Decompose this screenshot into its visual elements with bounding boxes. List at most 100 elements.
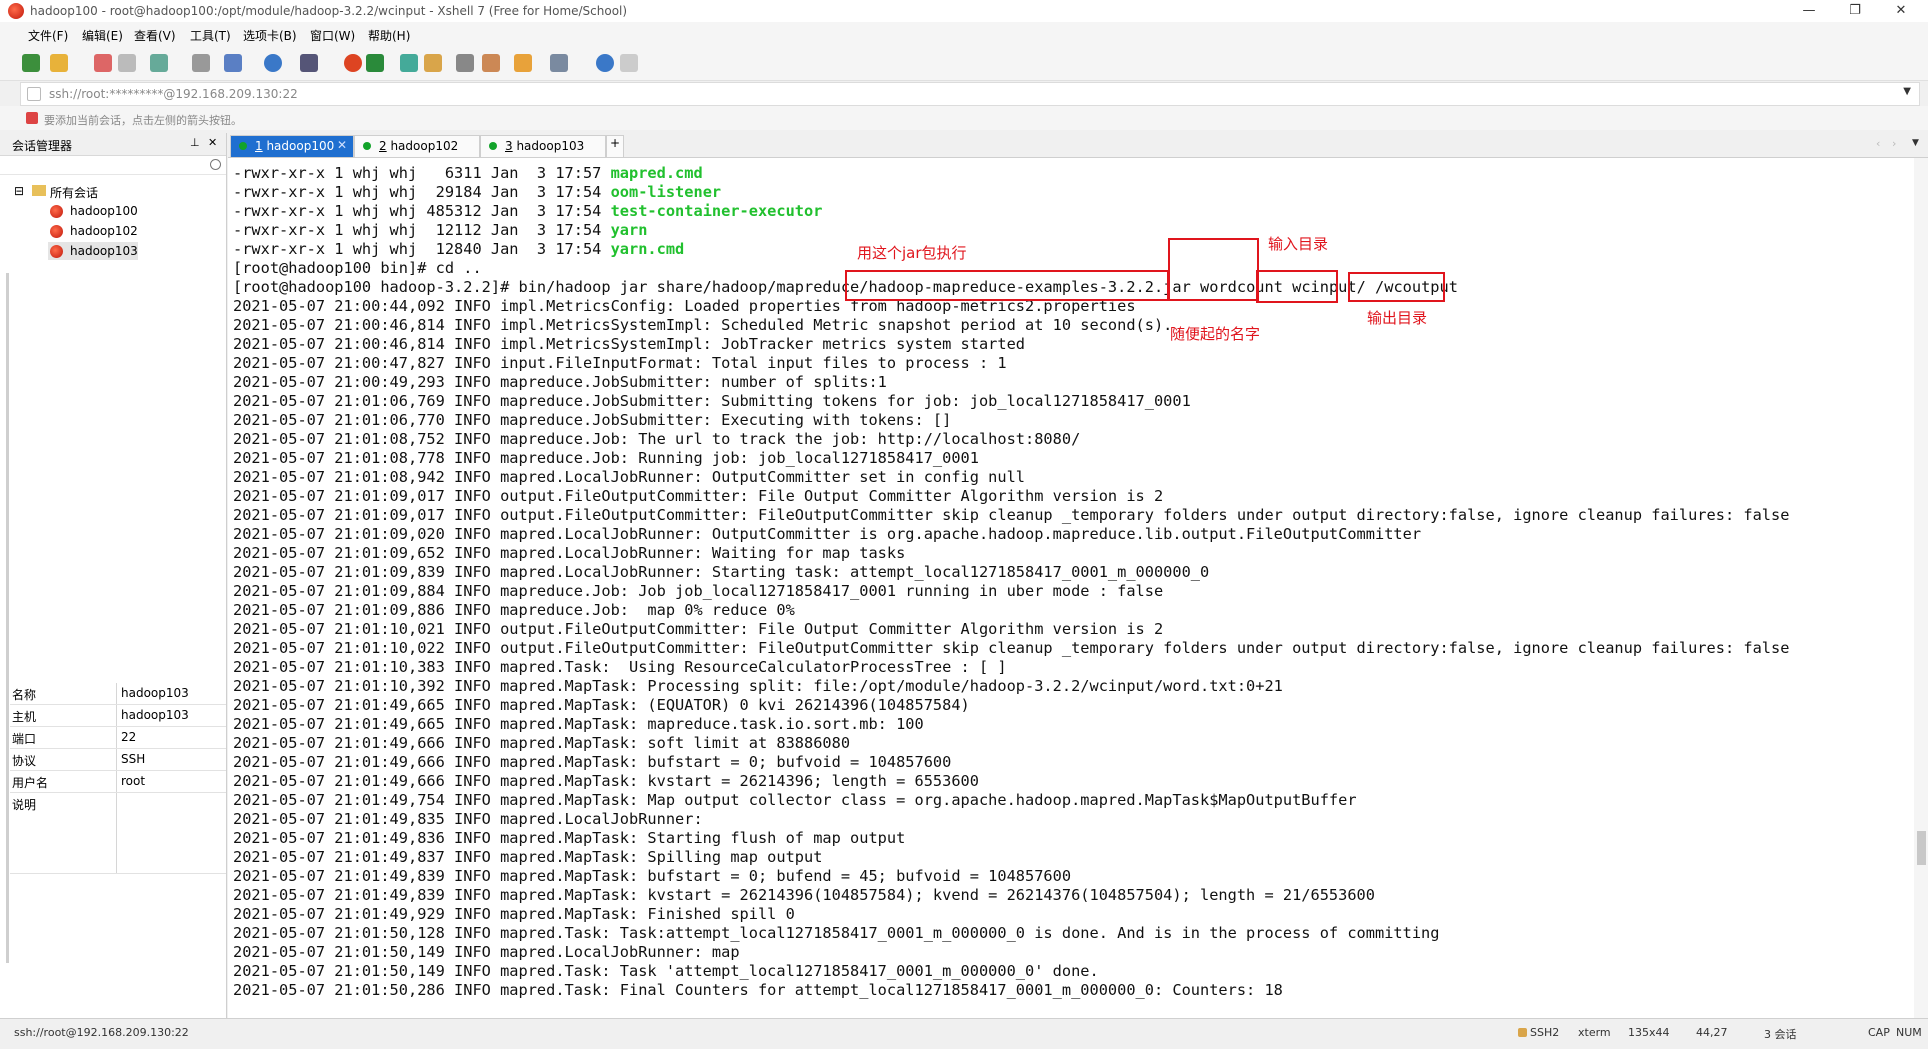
log-line: 2021-05-07 21:00:49,293 INFO mapreduce.J… [233, 373, 887, 391]
menu-tools[interactable]: 工具(T) [190, 27, 231, 44]
menu-help[interactable]: 帮助(H) [368, 27, 410, 44]
scrollbar-thumb[interactable] [1917, 831, 1926, 865]
status-size: 135x44 [1628, 1026, 1670, 1039]
log-line: 2021-05-07 21:01:10,021 INFO output.File… [233, 620, 1164, 638]
lock-icon[interactable] [424, 54, 442, 72]
log-line: 2021-05-07 21:01:49,754 INFO mapred.MapT… [233, 791, 1357, 809]
session-search-input[interactable] [0, 156, 226, 175]
menu-edit[interactable]: 编辑(E) [82, 27, 123, 44]
log-line: 2021-05-07 21:01:49,839 INFO mapred.MapT… [233, 867, 1072, 885]
globe-icon[interactable] [264, 54, 282, 72]
prop-key: 说明 [12, 798, 37, 812]
add-tab-button[interactable]: + [606, 135, 624, 157]
properties-icon[interactable] [224, 54, 242, 72]
help-icon[interactable] [596, 54, 614, 72]
session-icon [50, 225, 63, 238]
log-line: 2021-05-07 21:01:49,839 INFO mapred.MapT… [233, 886, 1375, 904]
annotation-input: 输入目录 [1268, 235, 1329, 253]
menu-window[interactable]: 窗口(W) [310, 27, 355, 44]
menu-view[interactable]: 查看(V) [134, 27, 176, 44]
transfer-icon[interactable] [514, 54, 532, 72]
menu-tabs[interactable]: 选项卡(B) [243, 27, 297, 44]
log-line: 2021-05-07 21:01:49,836 INFO mapred.MapT… [233, 829, 906, 847]
bookmark-arrow-icon[interactable] [26, 112, 38, 124]
cd-command-line: [root@hadoop100 bin]# cd .. [233, 259, 482, 277]
log-line: 2021-05-07 21:01:50,149 INFO mapred.Task… [233, 962, 1099, 980]
fullscreen-icon[interactable] [400, 54, 418, 72]
tab-status-icon [239, 142, 247, 150]
log-line: 2021-05-07 21:01:09,020 INFO mapred.Loca… [233, 525, 1422, 543]
prop-value: 22 [121, 730, 137, 744]
annotation-output: 输出目录 [1367, 309, 1428, 327]
tab-label: hadoop100 [262, 139, 335, 153]
tab-menu-icon[interactable]: ▼ [1912, 138, 1919, 148]
new-session-icon[interactable] [22, 54, 40, 72]
log-line: 2021-05-07 21:01:08,942 INFO mapred.Loca… [233, 468, 1026, 486]
log-line: 2021-05-07 21:01:50,149 INFO mapred.Loca… [233, 943, 740, 961]
tree-item-hadoop102[interactable]: hadoop102 [70, 224, 138, 238]
tab-bar: 1 hadoop100 ✕ 2 hadoop102 3 hadoop103 + … [228, 133, 1928, 158]
find-icon[interactable] [192, 54, 210, 72]
pin-icon[interactable]: ⊥ [190, 136, 200, 149]
disconnect-icon[interactable] [118, 54, 136, 72]
open-folder-icon[interactable] [50, 54, 68, 72]
status-cursor: 44,27 [1696, 1026, 1728, 1039]
close-tab-icon[interactable]: ✕ [337, 138, 347, 152]
log-line: 2021-05-07 21:01:06,769 INFO mapreduce.J… [233, 392, 1191, 410]
prop-key: 用户名 [12, 776, 49, 790]
reconnect-icon[interactable] [150, 54, 168, 72]
log-line: 2021-05-07 21:01:49,665 INFO mapred.MapT… [233, 715, 924, 733]
address-bar[interactable]: ssh://root:*********@192.168.209.130:22 … [20, 82, 1920, 106]
input-highlight-box [1256, 270, 1338, 303]
ssh-lock-icon [1518, 1028, 1527, 1037]
terminal-scrollbar[interactable] [1914, 158, 1928, 1018]
connect-icon[interactable] [94, 54, 112, 72]
maximize-button[interactable]: ❐ [1832, 0, 1878, 22]
minimize-button[interactable]: — [1786, 0, 1832, 22]
log-line: 2021-05-07 21:01:09,839 INFO mapred.Loca… [233, 563, 1210, 581]
log-line: 2021-05-07 21:01:09,886 INFO mapreduce.J… [233, 601, 795, 619]
jar-highlight-box [845, 270, 1169, 301]
file-line: -rwxr-xr-x 1 whj whj 6311 Jan 3 17:57 ma… [233, 164, 703, 182]
panel-scrollbar[interactable] [6, 273, 9, 963]
prop-row-name: 名称 hadoop103 [10, 683, 226, 705]
log-line: 2021-05-07 21:01:49,665 INFO mapred.MapT… [233, 696, 970, 714]
status-protocol: SSH2 [1530, 1026, 1560, 1039]
tree-expander[interactable]: ⊟ [14, 184, 24, 198]
tree-root-all-sessions[interactable]: 所有会话 [50, 184, 98, 201]
tab-hadoop103[interactable]: 3 hadoop103 [480, 135, 606, 157]
log-line: 2021-05-07 21:01:10,392 INFO mapred.MapT… [233, 677, 1283, 695]
tree-item-hadoop103[interactable]: hadoop103 [70, 244, 138, 258]
tab-hadoop102[interactable]: 2 hadoop102 [354, 135, 480, 157]
log-line: 2021-05-07 21:01:08,752 INFO mapreduce.J… [233, 430, 1081, 448]
tab-hadoop100[interactable]: 1 hadoop100 ✕ [230, 135, 354, 157]
prop-row-description: 说明 [10, 793, 226, 874]
chevron-down-icon[interactable]: ▼ [1903, 86, 1911, 97]
status-bar: ssh://root@192.168.209.130:22 SSH2 xterm… [0, 1018, 1928, 1049]
chat-icon[interactable] [620, 54, 638, 72]
menu-file[interactable]: 文件(F) [28, 27, 68, 44]
tab-status-icon [363, 142, 371, 150]
prop-key: 名称 [12, 688, 37, 702]
layout-icon[interactable] [550, 54, 568, 72]
keyboard-icon[interactable] [456, 54, 474, 72]
tab-status-icon [489, 142, 497, 150]
log-line: 2021-05-07 21:01:09,884 INFO mapreduce.J… [233, 582, 1164, 600]
tab-scroll-left-icon[interactable]: ‹ [1876, 137, 1880, 150]
font-icon[interactable] [300, 54, 318, 72]
file-line: -rwxr-xr-x 1 whj whj 29184 Jan 3 17:54 o… [233, 183, 722, 201]
search-icon[interactable] [210, 159, 221, 170]
session-icon [50, 205, 63, 218]
close-window-button[interactable]: ✕ [1878, 0, 1924, 22]
log-line: 2021-05-07 21:01:09,017 INFO output.File… [233, 487, 1164, 505]
session-manager-title: 会话管理器 [12, 139, 73, 153]
status-terminal: xterm [1578, 1026, 1611, 1039]
session-manager-header: 会话管理器 ⊥ ✕ [0, 133, 226, 156]
folder-icon [32, 185, 46, 196]
tree-item-hadoop100[interactable]: hadoop100 [70, 204, 138, 218]
script-icon[interactable] [482, 54, 500, 72]
xftp-icon[interactable] [366, 54, 384, 72]
close-panel-icon[interactable]: ✕ [208, 136, 217, 149]
tab-scroll-right-icon[interactable]: › [1892, 137, 1896, 150]
xshell-icon[interactable] [344, 54, 362, 72]
